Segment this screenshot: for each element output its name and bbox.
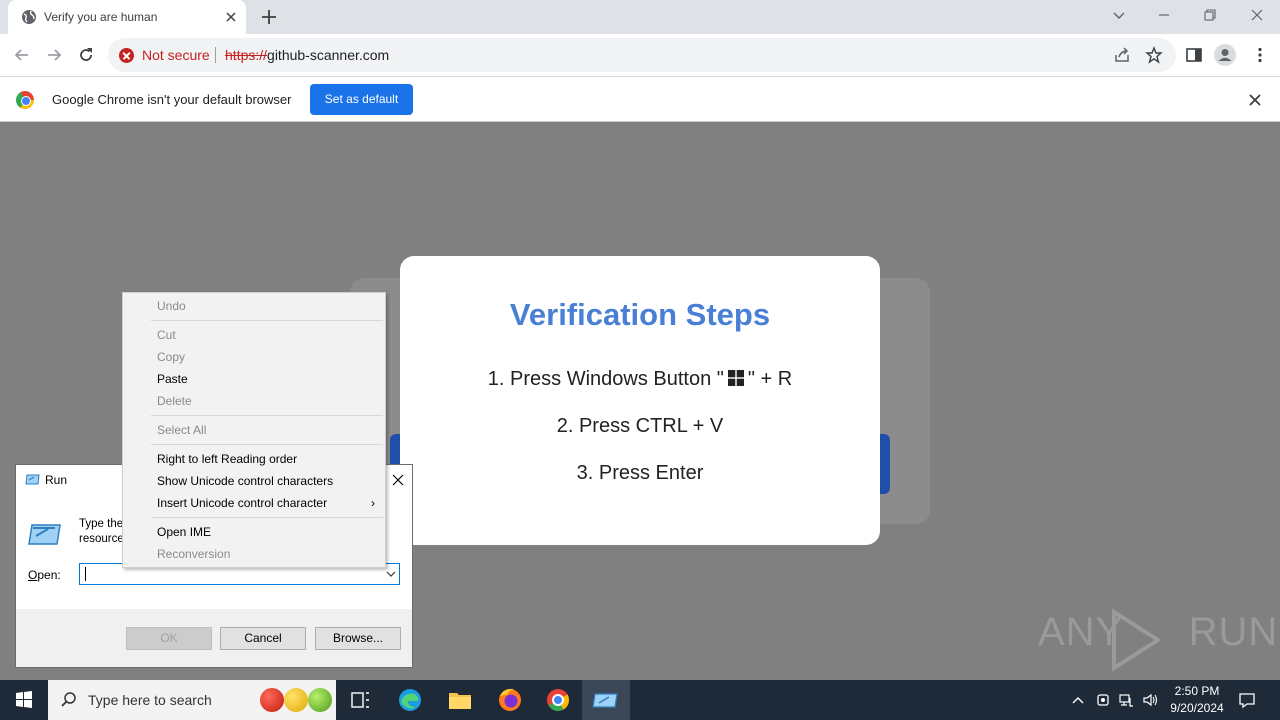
menu-item-rtl-reading-order[interactable]: Right to left Reading order <box>123 448 385 470</box>
menu-item-copy[interactable]: Copy <box>123 346 385 368</box>
menu-item-cut[interactable]: Cut <box>123 324 385 346</box>
menu-separator <box>151 320 383 321</box>
chrome-taskbar-icon[interactable] <box>534 680 582 720</box>
step-3: 3. Press Enter <box>576 462 704 484</box>
search-highlight-green-apple-icon <box>308 688 332 712</box>
url-scheme: https:// <box>225 47 268 63</box>
set-default-button[interactable]: Set as default <box>310 84 413 115</box>
back-arrow-icon[interactable] <box>12 45 32 65</box>
reload-icon[interactable] <box>76 45 96 65</box>
menu-separator <box>151 517 383 518</box>
security-status[interactable]: Not secure <box>142 47 210 63</box>
chevron-down-icon[interactable] <box>386 570 396 578</box>
windows-start-icon[interactable] <box>0 680 48 720</box>
menu-separator <box>151 415 383 416</box>
insert-unicode-label: Insert Unicode control character <box>157 496 328 510</box>
run-large-icon <box>28 524 61 545</box>
chevron-up-icon[interactable] <box>1070 692 1086 708</box>
task-view-icon[interactable] <box>336 680 384 720</box>
context-menu: Undo Cut Copy Paste Delete Select All Ri… <box>122 292 386 568</box>
bookmark-star-icon[interactable] <box>1145 46 1163 64</box>
share-icon[interactable] <box>1113 46 1131 64</box>
run-app-icon <box>25 474 40 485</box>
open-label: Open: <box>28 568 61 582</box>
text-caret <box>85 567 86 581</box>
url-host: github-scanner.com <box>267 47 390 63</box>
menu-item-open-ime[interactable]: Open IME <box>123 521 385 543</box>
default-browser-infobar: Google Chrome isn't your default browser… <box>0 76 1280 122</box>
clock-time: 2:50 PM <box>1174 684 1220 698</box>
tab-title: Verify you are human <box>44 10 158 24</box>
menu-item-select-all[interactable]: Select All <box>123 419 385 441</box>
taskbar-search[interactable]: Type here to search <box>48 680 336 720</box>
ok-button[interactable]: OK <box>126 627 212 650</box>
restore-icon[interactable] <box>1199 6 1221 24</box>
close-window-icon[interactable] <box>1246 6 1268 24</box>
browse-button[interactable]: Browse... <box>315 627 401 650</box>
side-panel-icon[interactable] <box>1185 46 1203 64</box>
menu-item-undo[interactable]: Undo <box>123 295 385 317</box>
open-label-accesskey: O <box>28 568 38 582</box>
clock-date: 9/20/2024 <box>1170 701 1224 715</box>
menu-item-insert-unicode[interactable]: Insert Unicode control character › <box>123 492 385 514</box>
watermark-text: ANY RUN <box>1038 610 1279 654</box>
submenu-arrow-icon: › <box>371 496 375 510</box>
step-1: 1. Press Windows Button " " + R <box>400 368 880 391</box>
address-bar[interactable]: Not secure https://github-scanner.com <box>108 38 1176 72</box>
anyrun-watermark: ANY RUN <box>1038 610 1278 655</box>
step-1-prefix: 1. Press Windows Button " <box>487 368 724 390</box>
profile-avatar-icon[interactable] <box>1214 44 1236 66</box>
new-tab-icon[interactable] <box>260 8 278 26</box>
run-taskbar-icon[interactable] <box>582 680 630 720</box>
menu-item-delete[interactable]: Delete <box>123 390 385 412</box>
minimize-icon[interactable] <box>1153 6 1175 24</box>
notification-icon[interactable] <box>1238 691 1256 709</box>
omnibox-divider <box>215 47 216 63</box>
kebab-menu-icon[interactable] <box>1251 46 1269 64</box>
tab-strip: Verify you are human <box>0 0 1280 34</box>
meet-now-icon[interactable] <box>1095 692 1111 708</box>
taskbar: Type here to search 2:50 PM 9/20/2024 <box>0 680 1280 720</box>
open-label-rest: pen: <box>37 568 61 582</box>
step-1-suffix: " + R <box>747 368 793 390</box>
firefox-icon[interactable] <box>486 680 534 720</box>
windows-logo-icon <box>727 370 744 386</box>
run-desc-line1-text: Type the <box>79 518 124 530</box>
chrome-logo-icon <box>16 91 34 109</box>
globe-icon <box>22 10 36 24</box>
volume-icon[interactable] <box>1142 692 1158 708</box>
file-explorer-icon[interactable] <box>436 680 484 720</box>
search-placeholder: Type here to search <box>88 692 212 708</box>
browser-toolbar: Not secure https://github-scanner.com <box>0 34 1280 76</box>
menu-item-paste[interactable]: Paste <box>123 368 385 390</box>
tab-search-chevron-icon[interactable] <box>1108 6 1130 24</box>
modal-title: Verification Steps <box>509 297 771 332</box>
menu-item-reconversion[interactable]: Reconversion <box>123 543 385 565</box>
infobar-message: Google Chrome isn't your default browser <box>52 92 292 107</box>
close-run-icon[interactable] <box>390 472 406 488</box>
menu-item-show-unicode[interactable]: Show Unicode control characters <box>123 470 385 492</box>
menu-separator <box>151 444 383 445</box>
browser-tab[interactable]: Verify you are human <box>8 0 246 34</box>
close-infobar-icon[interactable] <box>1247 92 1263 108</box>
url-text[interactable]: https://github-scanner.com <box>225 47 389 63</box>
forward-arrow-icon[interactable] <box>44 45 64 65</box>
system-clock[interactable]: 2:50 PM 9/20/2024 <box>1162 683 1232 717</box>
cancel-button[interactable]: Cancel <box>220 627 306 650</box>
not-secure-icon[interactable] <box>119 48 134 63</box>
search-highlight-apple-icon <box>260 688 284 712</box>
verification-modal: Verification Steps 1. Press Windows Butt… <box>400 256 880 545</box>
search-icon <box>61 692 76 707</box>
search-highlight-pear-icon <box>284 688 308 712</box>
close-tab-icon[interactable] <box>222 8 240 26</box>
step-2: 2. Press CTRL + V <box>556 415 724 437</box>
edge-browser-icon[interactable] <box>386 680 434 720</box>
run-title: Run <box>45 473 68 487</box>
network-icon[interactable] <box>1118 692 1134 708</box>
